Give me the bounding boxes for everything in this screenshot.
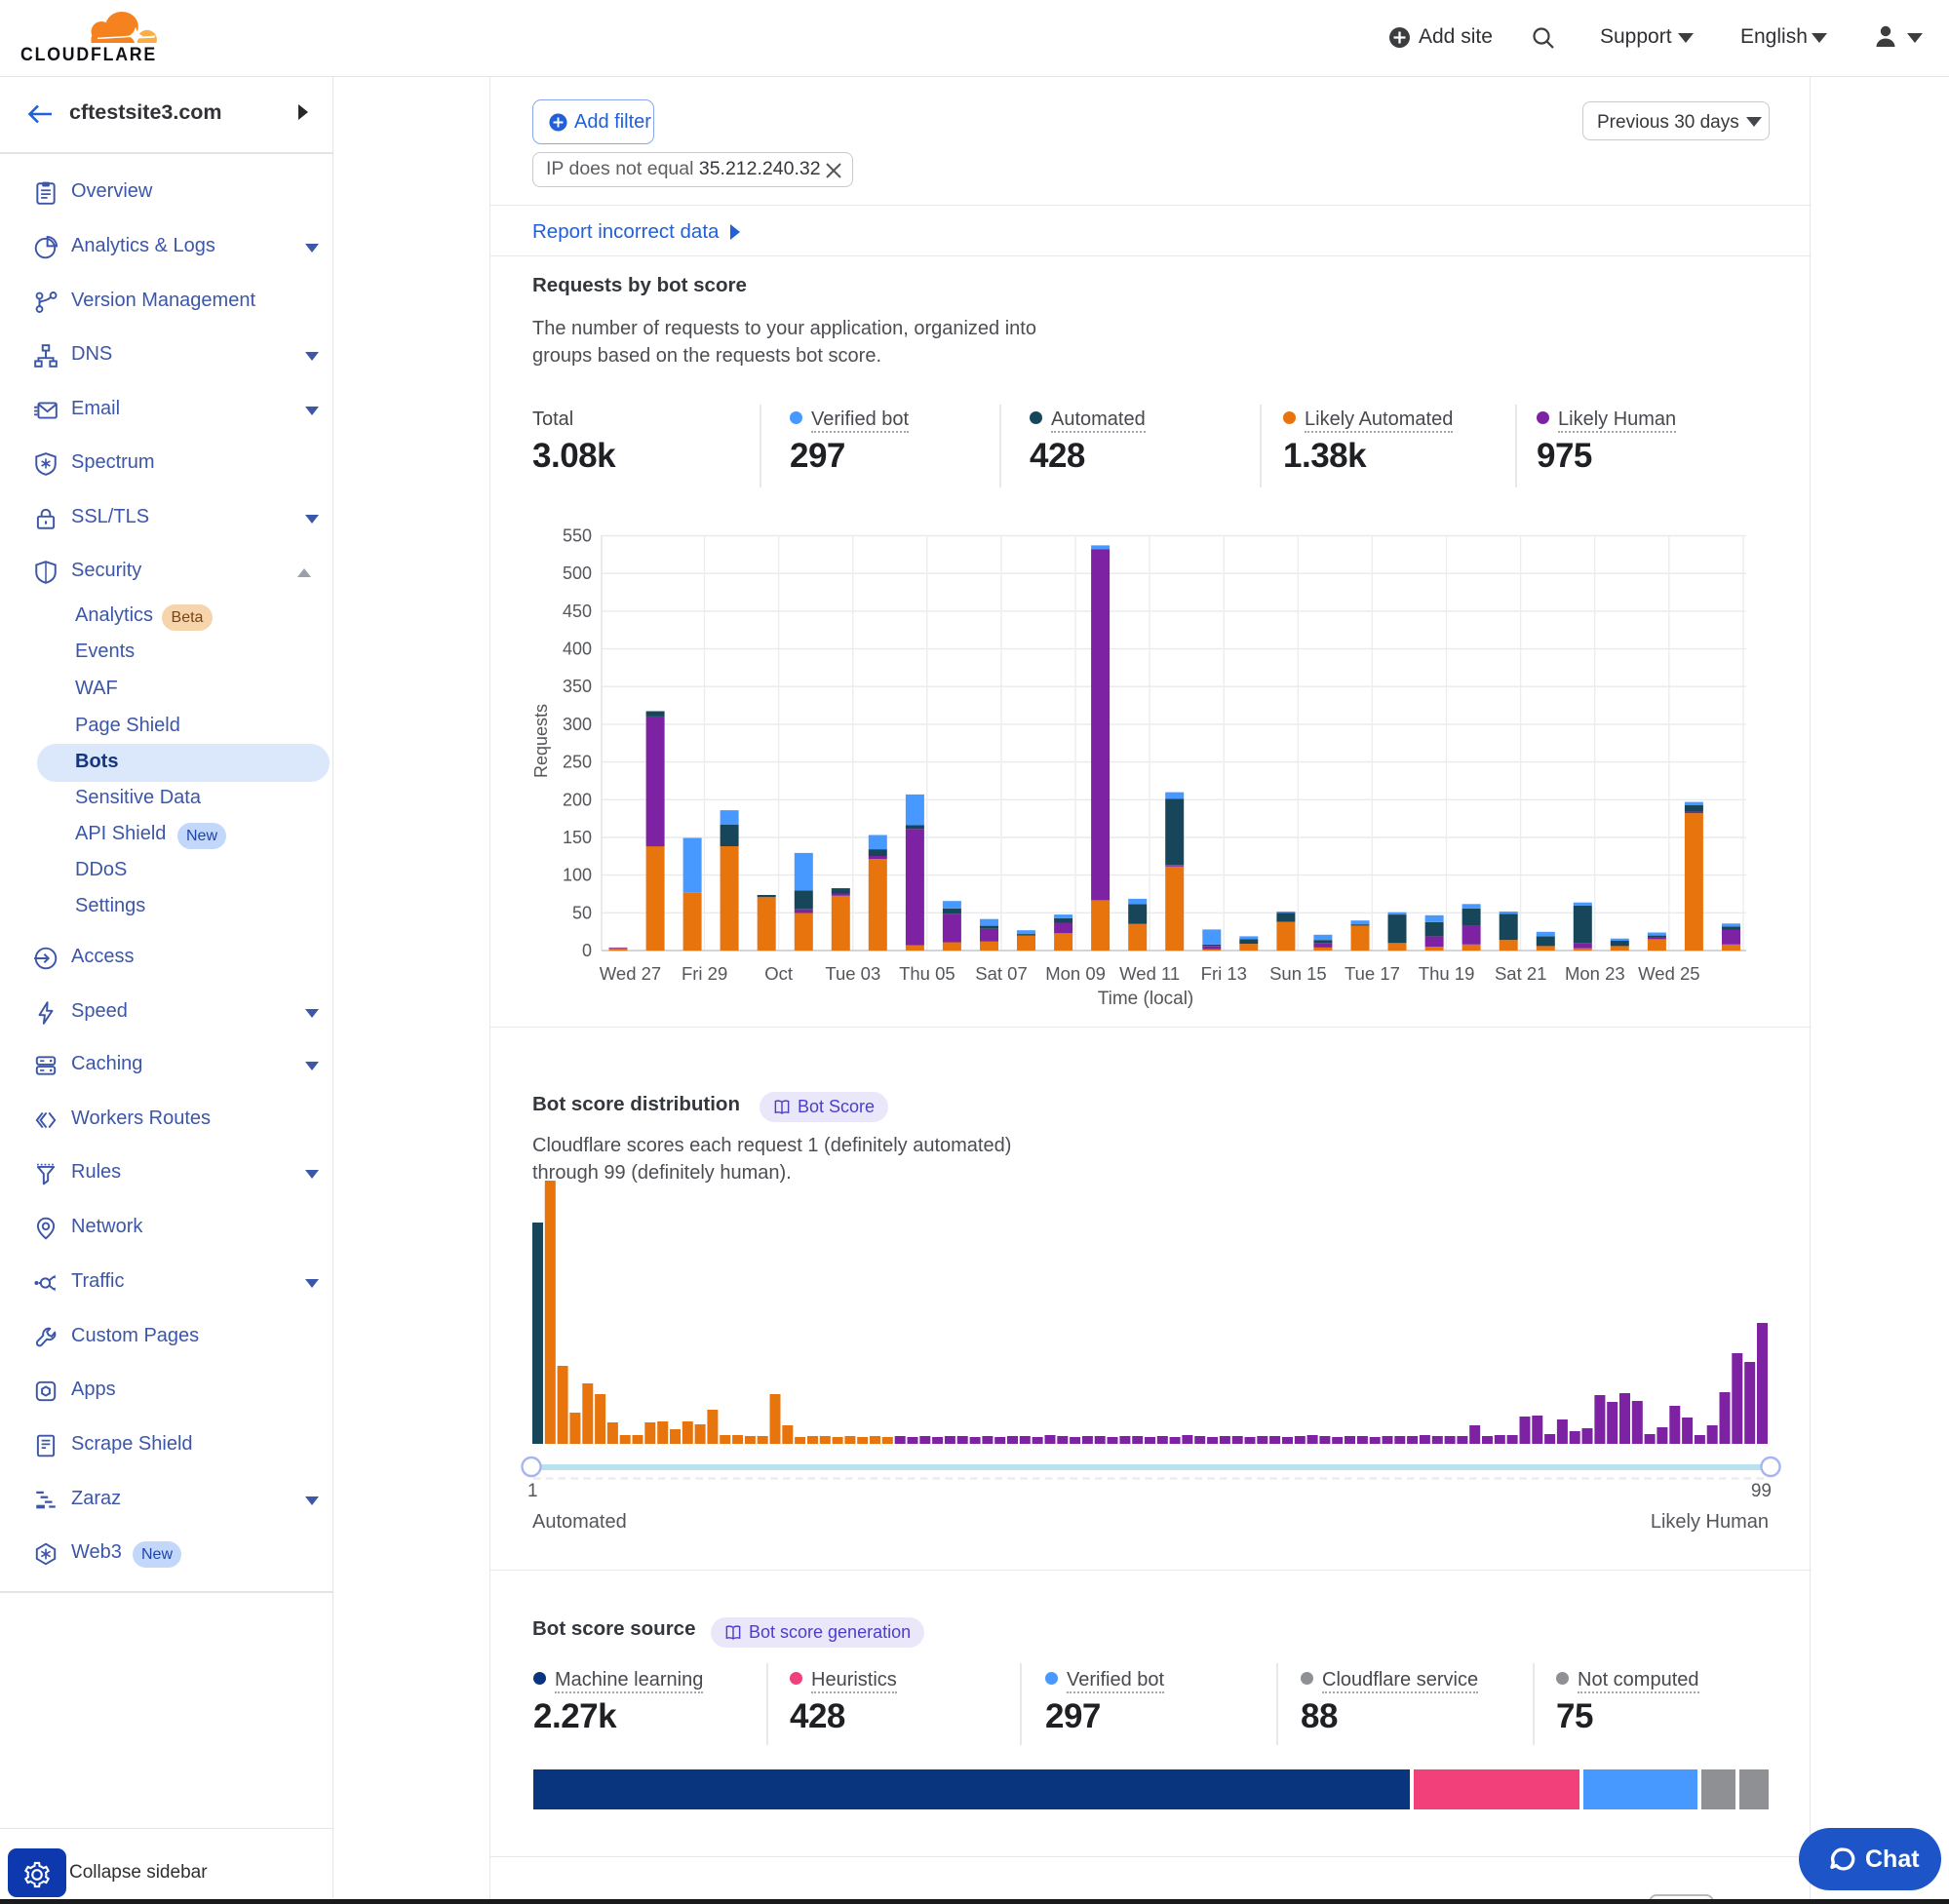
svg-text:Oct: Oct [764,963,793,984]
svg-text:Fri 13: Fri 13 [1201,963,1247,984]
svg-text:Sat 07: Sat 07 [975,963,1028,984]
svg-text:Requests: Requests [531,704,551,778]
svg-text:Automated: Automated [532,1511,627,1533]
svg-text:300: 300 [563,715,592,734]
svg-text:Thu 19: Thu 19 [1419,963,1475,984]
svg-text:CLOUDFLARE: CLOUDFLARE [20,44,157,64]
svg-text:100: 100 [563,866,592,885]
svg-text:Thu 05: Thu 05 [899,963,955,984]
svg-text:Mon 09: Mon 09 [1045,963,1106,984]
svg-text:Wed 25: Wed 25 [1638,963,1699,984]
svg-text:Mon 23: Mon 23 [1565,963,1625,984]
svg-text:450: 450 [563,602,592,621]
svg-text:Sat 21: Sat 21 [1495,963,1547,984]
svg-text:50: 50 [572,903,592,922]
svg-text:1: 1 [527,1481,538,1501]
svg-text:250: 250 [563,753,592,772]
svg-text:0: 0 [582,941,592,960]
svg-text:Fri 29: Fri 29 [682,963,727,984]
svg-text:400: 400 [563,640,592,659]
svg-text:150: 150 [563,828,592,847]
svg-text:500: 500 [563,563,592,583]
svg-text:Time (local): Time (local) [1098,989,1194,1009]
svg-text:99: 99 [1751,1481,1772,1501]
svg-text:200: 200 [563,790,592,809]
svg-text:350: 350 [563,677,592,696]
svg-text:Tue 17: Tue 17 [1345,963,1400,984]
svg-text:Sun 15: Sun 15 [1269,963,1327,984]
svg-text:Wed 27: Wed 27 [600,963,661,984]
svg-text:Likely Human: Likely Human [1651,1511,1769,1533]
svg-text:Wed 11: Wed 11 [1119,963,1180,984]
svg-text:550: 550 [563,526,592,546]
svg-text:Tue 03: Tue 03 [825,963,880,984]
